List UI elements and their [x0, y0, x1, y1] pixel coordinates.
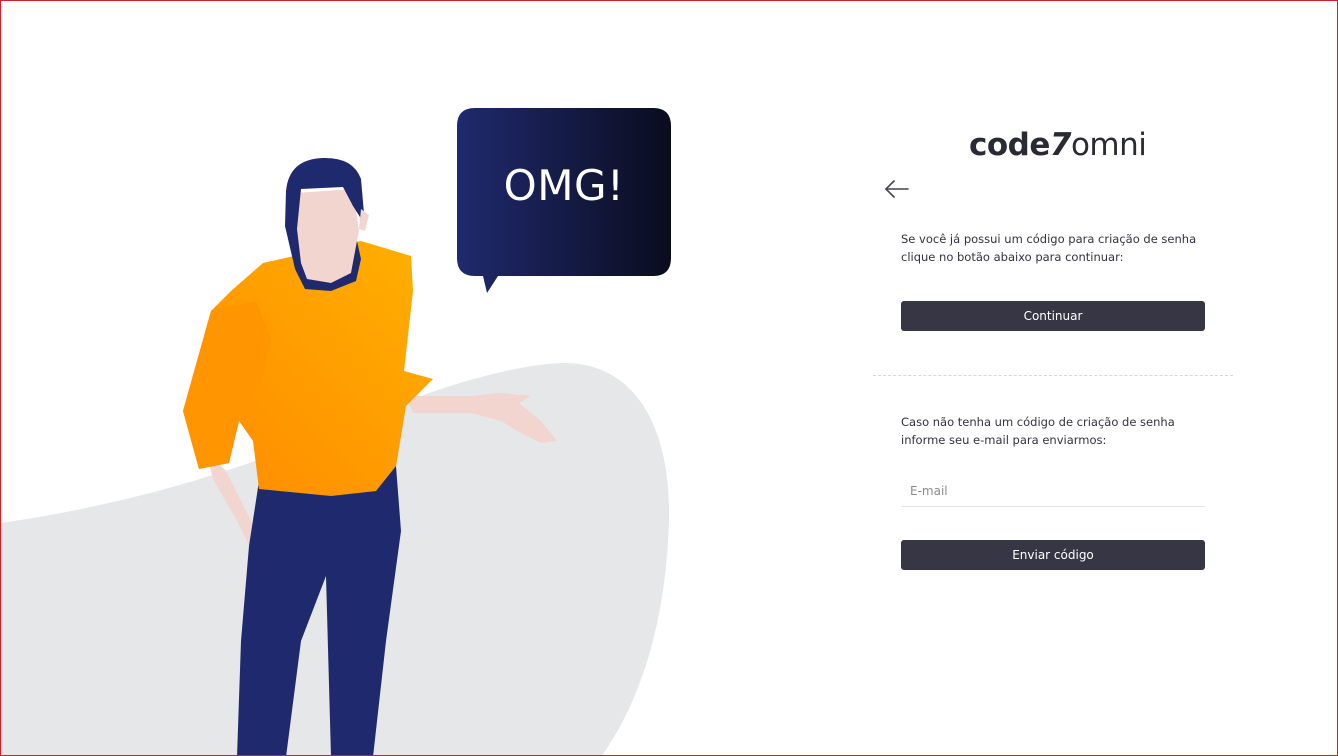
- arrow-left-icon: [885, 180, 909, 198]
- omg-illustration: OMG!: [1, 1, 721, 755]
- send-code-button[interactable]: Enviar código: [901, 540, 1205, 570]
- speech-bubble-text: OMG!: [503, 161, 625, 210]
- email-input[interactable]: [901, 477, 1205, 505]
- logo-part-seven: 7: [1049, 127, 1072, 163]
- existing-code-instructions: Se você já possui um código para criação…: [901, 232, 1197, 264]
- person-illustration: [1, 108, 671, 755]
- logo-part-omni: omni: [1070, 127, 1147, 163]
- logo-part-code: code: [969, 127, 1050, 163]
- password-recovery-panel: code7omni Se você já possui um código pa…: [873, 1, 1233, 755]
- email-field-wrapper: [901, 477, 1205, 507]
- section-divider: [873, 375, 1233, 376]
- page-frame: OMG! code7omni Se você já possui um códi…: [0, 0, 1338, 756]
- brand-logo: code7omni: [969, 127, 1147, 163]
- request-code-instructions: Caso não tenha um código de criação de s…: [901, 415, 1175, 447]
- back-button[interactable]: [883, 176, 911, 202]
- continue-button[interactable]: Continuar: [901, 301, 1205, 331]
